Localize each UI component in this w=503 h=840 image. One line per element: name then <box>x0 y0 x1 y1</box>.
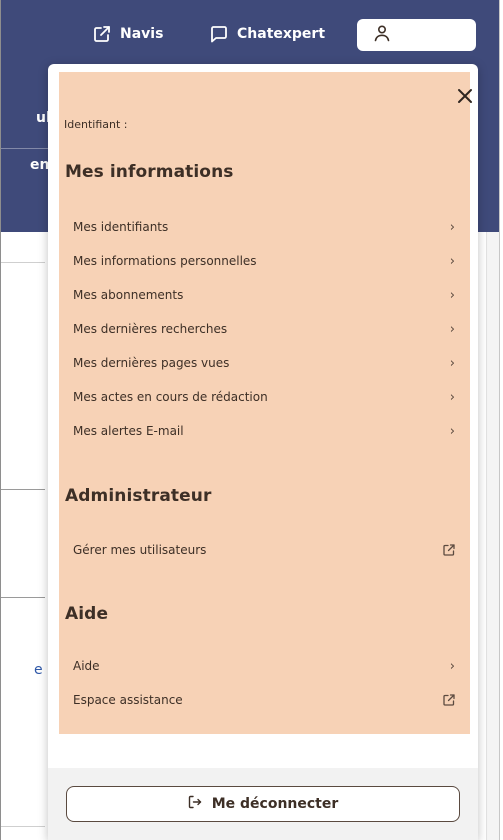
menu-item-espace-assistance[interactable]: Espace assistance <box>73 688 456 712</box>
external-link-icon <box>442 693 456 707</box>
chat-bubble-icon <box>209 24 229 44</box>
chevron-right-icon: › <box>449 658 455 674</box>
account-dropdown-panel: Identifiant : Mes informations Mes ident… <box>48 64 478 840</box>
menu-item-gerer-utilisateurs[interactable]: Gérer mes utilisateurs <box>73 538 456 562</box>
menu-item-mes-identifiants[interactable]: Mes identifiants › <box>73 215 456 239</box>
menu-item-mes-dernieres-pages-vues[interactable]: Mes dernières pages vues › <box>73 351 456 375</box>
logout-icon <box>188 795 202 813</box>
logout-button[interactable]: Me déconnecter <box>66 786 460 822</box>
chevron-right-icon: › <box>449 219 455 235</box>
menu-item-mes-informations-personnelles[interactable]: Mes informations personnelles › <box>73 249 456 273</box>
section-title-mes-informations: Mes informations <box>65 162 234 182</box>
navis-button[interactable]: Navis <box>92 20 163 48</box>
section-title-administrateur: Administrateur <box>65 486 212 506</box>
menu-item-mes-actes-en-cours[interactable]: Mes actes en cours de rédaction › <box>73 385 456 409</box>
panel-footer: Me déconnecter <box>48 768 478 840</box>
chatexpert-button[interactable]: Chatexpert <box>209 20 325 48</box>
menu-item-label: Mes dernières recherches <box>73 322 228 336</box>
menu-item-mes-dernieres-recherches[interactable]: Mes dernières recherches › <box>73 317 456 341</box>
external-link-icon <box>442 543 456 557</box>
divider <box>1 826 45 827</box>
menu-item-label: Mes actes en cours de rédaction <box>73 390 268 404</box>
menu-item-label: Mes abonnements <box>73 288 184 302</box>
divider <box>1 262 45 263</box>
menu-item-aide[interactable]: Aide › <box>73 654 456 678</box>
menu-item-label: Espace assistance <box>73 693 183 707</box>
chevron-right-icon: › <box>449 321 455 337</box>
chevron-right-icon: › <box>449 355 455 371</box>
menu-item-label: Aide <box>73 659 100 673</box>
close-icon <box>457 88 473 108</box>
identifier-label: Identifiant : <box>64 118 128 131</box>
page-scrollbar[interactable] <box>486 232 500 840</box>
logout-label: Me déconnecter <box>211 796 339 812</box>
navis-label: Navis <box>120 26 164 42</box>
window-border-right <box>499 0 500 840</box>
menu-item-mes-alertes-email[interactable]: Mes alertes E-mail › <box>73 419 456 443</box>
close-button[interactable] <box>454 87 476 109</box>
external-link-icon <box>92 24 112 44</box>
divider <box>1 489 45 490</box>
chevron-right-icon: › <box>449 253 455 269</box>
menu-item-label: Mes identifiants <box>73 220 169 234</box>
menu-item-label: Mes informations personnelles <box>73 254 257 268</box>
chevron-right-icon: › <box>449 389 455 405</box>
menu-item-label: Mes alertes E-mail <box>73 424 184 438</box>
chevron-right-icon: › <box>449 287 455 303</box>
chatexpert-label: Chatexpert <box>237 26 326 42</box>
divider <box>1 597 45 598</box>
menu-item-label: Gérer mes utilisateurs <box>73 543 207 557</box>
user-account-button[interactable] <box>357 19 476 51</box>
menu-item-label: Mes dernières pages vues <box>73 356 230 370</box>
section-title-aide: Aide <box>65 604 109 624</box>
chevron-right-icon: › <box>449 423 455 439</box>
menu-item-mes-abonnements[interactable]: Mes abonnements › <box>73 283 456 307</box>
user-icon <box>373 24 391 46</box>
background-link[interactable]: e <box>34 662 43 678</box>
account-menu: Identifiant : Mes informations Mes ident… <box>59 72 472 734</box>
